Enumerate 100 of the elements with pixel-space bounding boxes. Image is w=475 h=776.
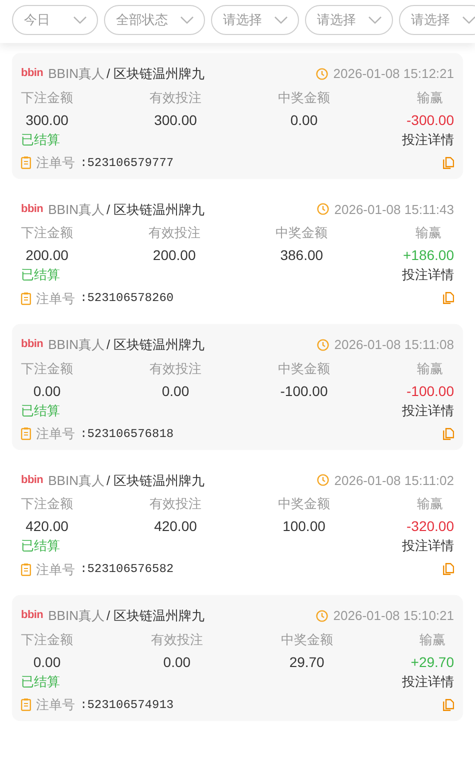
game-name: / 区块链温州牌九	[106, 472, 205, 490]
status-text: 已结算	[21, 402, 60, 420]
bet-number-label: 注单号	[36, 290, 75, 308]
chevron-down-icon	[274, 16, 288, 24]
chevron-down-icon	[368, 16, 382, 24]
chevron-down-icon	[462, 16, 475, 24]
amount-value: -100.00	[280, 382, 328, 400]
detail-link[interactable]: 投注详情	[402, 265, 454, 284]
copy-icon[interactable]	[443, 156, 454, 169]
amount-value: 29.70	[289, 652, 324, 672]
clipboard-icon	[21, 292, 31, 305]
amount-value: 0.00	[290, 110, 318, 130]
bet-time: 2026-01-08 15:11:43	[334, 200, 454, 218]
column-label: 有效投注	[150, 630, 203, 648]
clock-icon	[316, 68, 328, 80]
amount-value: -100.00	[406, 382, 454, 400]
amount-value: 420.00	[154, 517, 197, 536]
status-text: 已结算	[21, 672, 60, 690]
amount-value: 100.00	[282, 517, 326, 536]
bet-number-label: 注单号	[36, 154, 75, 172]
bet-time: 2026-01-08 15:11:08	[334, 336, 454, 354]
column-label: 中奖金额	[278, 88, 330, 106]
bet-time: 2026-01-08 15:12:21	[333, 65, 454, 83]
bet-number: :523106576582	[80, 561, 174, 578]
amount-value: +29.70	[410, 652, 454, 672]
bet-time: 2026-01-08 15:10:21	[333, 607, 454, 625]
copy-icon[interactable]	[443, 292, 454, 304]
platform-name: BBIN真人	[48, 472, 104, 490]
amount-value: 300.00	[154, 110, 197, 130]
game-name: / 区块链温州牌九	[106, 336, 205, 354]
column-label: 下注金额	[21, 360, 73, 378]
status-text: 已结算	[21, 537, 60, 555]
platform-name: BBIN真人	[48, 336, 104, 354]
platform-name: BBIN真人	[48, 200, 104, 218]
amount-value: 0.00	[162, 382, 190, 400]
column-label: 下注金额	[21, 88, 73, 106]
game-name: / 区块链温州牌九	[106, 200, 205, 218]
bet-number-label: 注单号	[36, 560, 75, 578]
column-label: 中奖金额	[276, 224, 328, 242]
amount-value: -300.00	[406, 110, 454, 130]
game-name: / 区块链温州牌九	[106, 65, 205, 83]
amount-value: +186.00	[402, 246, 454, 265]
amount-value: 0.00	[33, 652, 61, 672]
column-label: 中奖金额	[280, 630, 333, 648]
column-label: 有效投注	[150, 88, 202, 106]
bet-number: :523106576818	[80, 426, 174, 443]
amount-value: 200.00	[26, 246, 68, 265]
column-label: 输赢	[417, 88, 444, 106]
brand-logo: bbin	[21, 68, 44, 80]
amount-value: 0.00	[163, 652, 191, 672]
amount-value: 386.00	[280, 246, 324, 265]
bet-number-label: 注单号	[36, 696, 75, 714]
bet-number: :523106579777	[80, 154, 174, 172]
detail-link[interactable]: 投注详情	[402, 400, 454, 420]
column-label: 输赢	[417, 360, 444, 378]
detail-link[interactable]: 投注详情	[402, 672, 454, 691]
brand-logo: bbin	[21, 474, 44, 486]
clipboard-icon	[21, 698, 31, 712]
status-text: 已结算	[21, 266, 60, 284]
column-label: 中奖金额	[278, 360, 330, 378]
clock-icon	[317, 203, 330, 216]
column-label: 有效投注	[150, 360, 202, 378]
column-label: 下注金额	[21, 630, 73, 648]
status-text: 已结算	[21, 130, 60, 148]
amount-value: 0.00	[33, 382, 61, 400]
brand-logo: bbin	[21, 610, 44, 622]
copy-icon[interactable]	[443, 428, 454, 440]
bet-number: :523106574913	[80, 696, 174, 714]
chevron-down-icon	[73, 16, 87, 24]
game-name: / 区块链温州牌九	[106, 607, 205, 625]
bet-time: 2026-01-08 15:11:02	[334, 472, 454, 490]
column-label: 有效投注	[150, 495, 202, 513]
column-label: 有效投注	[148, 224, 200, 242]
clipboard-icon	[21, 427, 31, 440]
clipboard-icon	[21, 156, 31, 170]
bet-number-label: 注单号	[36, 425, 75, 443]
amount-value: -320.00	[406, 517, 454, 536]
column-label: 中奖金额	[278, 495, 330, 513]
brand-logo: bbin	[21, 339, 44, 350]
detail-link[interactable]: 投注详情	[402, 536, 454, 556]
amount-value: 200.00	[152, 246, 196, 265]
clock-icon	[317, 338, 330, 351]
brand-logo: bbin	[21, 204, 44, 215]
clock-icon	[317, 474, 330, 486]
bet-number: :523106578260	[80, 290, 174, 308]
chevron-down-icon	[180, 16, 194, 24]
column-label: 下注金额	[21, 495, 73, 513]
platform-name: BBIN真人	[48, 607, 104, 625]
column-label: 输赢	[419, 630, 446, 648]
column-label: 下注金额	[21, 224, 73, 242]
detail-link[interactable]: 投注详情	[402, 130, 454, 149]
platform-name: BBIN真人	[48, 65, 104, 83]
amount-value: 420.00	[26, 517, 68, 536]
column-label: 输赢	[417, 495, 444, 513]
clipboard-icon	[21, 562, 31, 576]
copy-icon[interactable]	[443, 698, 454, 711]
copy-icon[interactable]	[443, 563, 454, 576]
amount-value: 300.00	[26, 110, 68, 130]
column-label: 输赢	[415, 224, 442, 242]
clock-icon	[316, 610, 328, 622]
